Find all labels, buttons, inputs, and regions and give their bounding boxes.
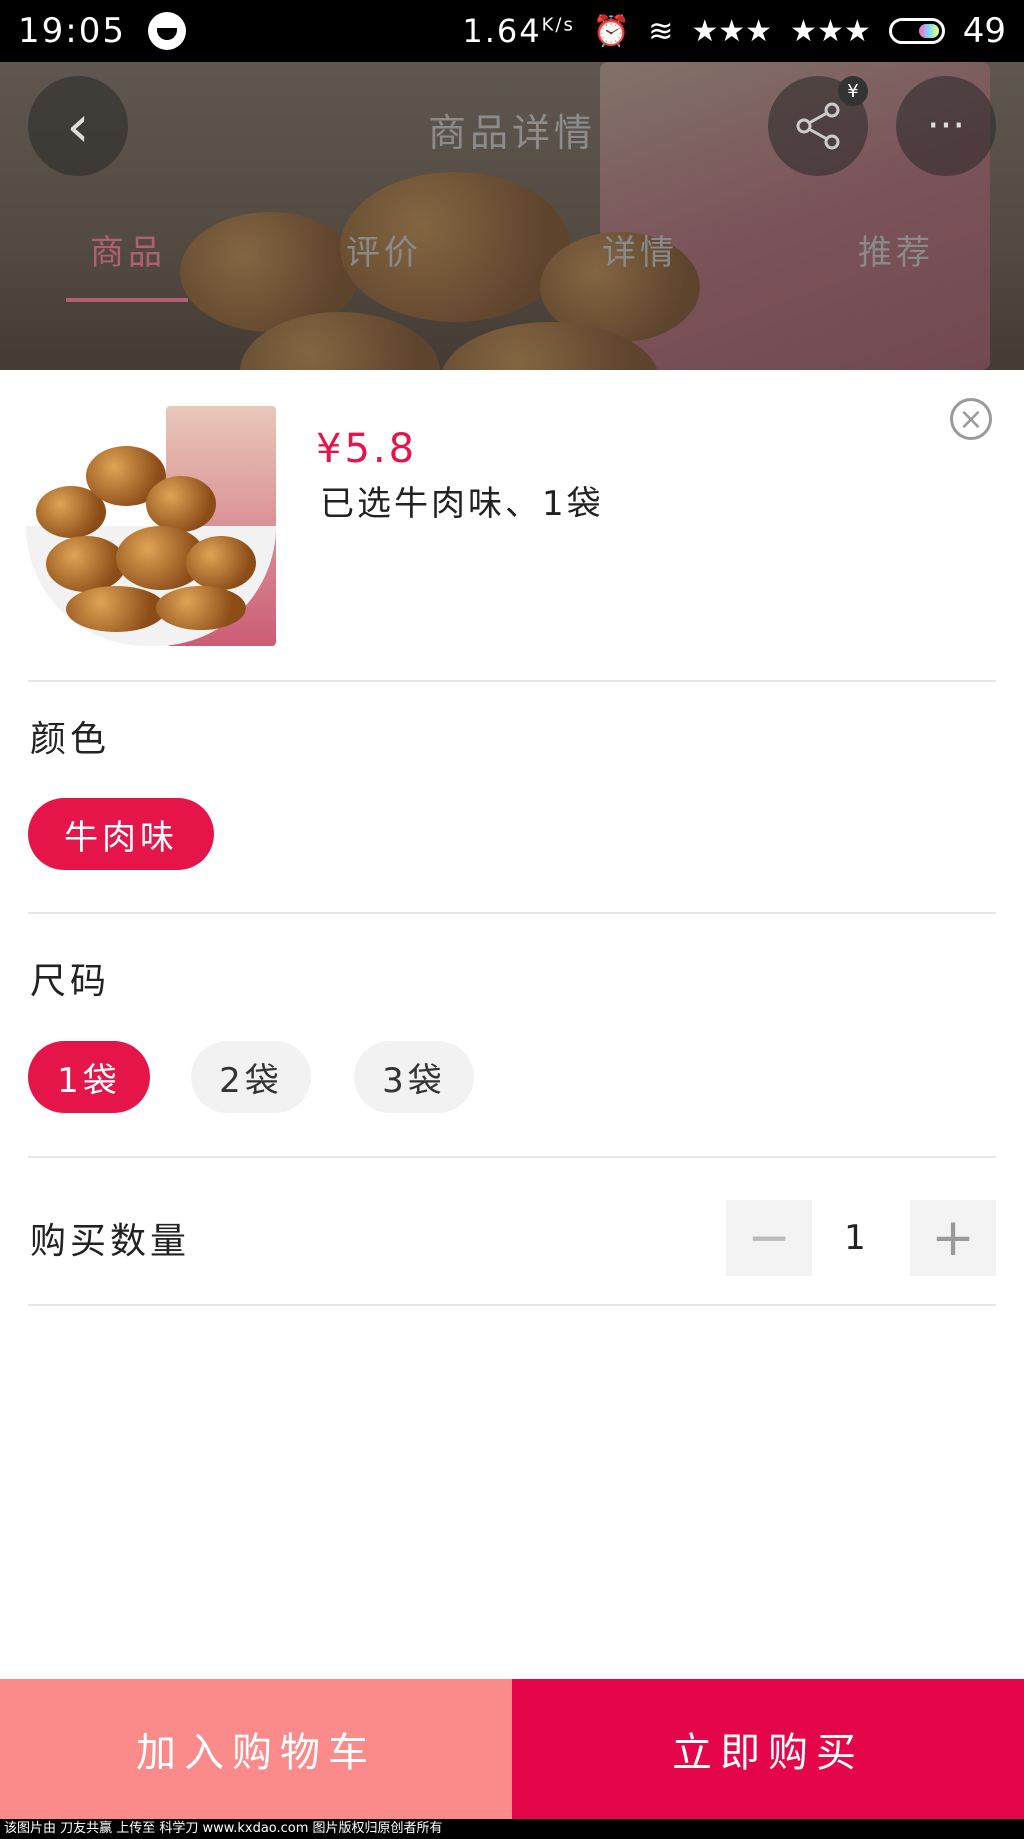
status-bar: 19:05 1.64K/s ⏰ ≋ ★★★ ★★★ 49 bbox=[0, 0, 1024, 62]
quantity-decrease-button[interactable]: − bbox=[726, 1200, 812, 1276]
quantity-label: 购买数量 bbox=[30, 1221, 191, 1262]
network-speed: 1.64K/s bbox=[462, 12, 575, 50]
minus-icon: − bbox=[747, 1208, 791, 1268]
status-right: 1.64K/s ⏰ ≋ ★★★ ★★★ 49 bbox=[462, 11, 1006, 51]
battery-icon bbox=[888, 18, 945, 44]
network-speed-unit: K/s bbox=[541, 14, 575, 36]
app-notification-icon bbox=[147, 12, 186, 50]
active-tab-indicator bbox=[66, 298, 188, 302]
status-time: 19:05 bbox=[18, 11, 126, 51]
page-title: 商品详情 bbox=[427, 111, 596, 155]
size-option-1-bag[interactable]: 1袋 bbox=[28, 1041, 150, 1113]
product-price: ¥5.8 bbox=[316, 426, 418, 472]
color-section-label: 颜色 bbox=[30, 719, 111, 760]
close-icon: × bbox=[958, 401, 984, 437]
product-thumbnail bbox=[26, 406, 280, 650]
divider bbox=[28, 1156, 996, 1158]
alarm-icon: ⏰ bbox=[592, 13, 631, 49]
size-option-3-bags[interactable]: 3袋 bbox=[354, 1041, 474, 1113]
selected-sku-text: 已选牛肉味、1袋 bbox=[320, 484, 604, 524]
plus-icon: + bbox=[931, 1208, 975, 1268]
divider bbox=[28, 680, 996, 682]
color-option-beef[interactable]: 牛肉味 bbox=[28, 798, 214, 870]
battery-level: 49 bbox=[962, 11, 1006, 51]
signal-icon-2: ★★★ bbox=[790, 13, 871, 49]
buy-now-button[interactable]: 立即购买 bbox=[512, 1679, 1024, 1819]
share-icon bbox=[796, 102, 840, 150]
tab-recommend[interactable]: 推荐 bbox=[768, 217, 1024, 305]
product-tabs: 商品 评价 详情 推荐 bbox=[0, 217, 1024, 305]
signal-icon-1: ★★★ bbox=[691, 13, 773, 49]
quantity-increase-button[interactable]: + bbox=[910, 1200, 996, 1276]
tab-reviews[interactable]: 评价 bbox=[256, 217, 512, 305]
product-page-backdrop[interactable]: ‹ 商品详情 ¥ ··· 商品 评价 详情 推荐 bbox=[0, 62, 1024, 370]
divider bbox=[28, 1304, 996, 1306]
divider bbox=[28, 912, 996, 914]
quantity-value[interactable]: 1 bbox=[812, 1200, 898, 1276]
size-section-label: 尺码 bbox=[30, 961, 111, 1002]
tab-goods[interactable]: 商品 bbox=[0, 217, 256, 305]
sku-selection-sheet: ¥5.8 已选牛肉味、1袋 × 颜色 牛肉味 尺码 1袋 2袋 3袋 购买数量 … bbox=[0, 370, 1024, 1679]
close-button[interactable]: × bbox=[950, 398, 992, 440]
watermark-text: 该图片由 刀友共赢 上传至 科学刀 www.kxdao.com 图片版权归原创者… bbox=[0, 1819, 1024, 1839]
size-option-2-bags[interactable]: 2袋 bbox=[191, 1041, 311, 1113]
action-bar: 加入购物车 立即购买 bbox=[0, 1679, 1024, 1819]
wifi-icon: ≋ bbox=[648, 13, 674, 49]
network-speed-value: 1.64 bbox=[462, 12, 542, 50]
share-reward-badge: ¥ bbox=[838, 76, 868, 106]
tab-details[interactable]: 详情 bbox=[512, 217, 768, 305]
more-icon: ··· bbox=[926, 103, 966, 149]
add-to-cart-button[interactable]: 加入购物车 bbox=[0, 1679, 512, 1819]
more-button[interactable]: ··· bbox=[896, 76, 996, 176]
